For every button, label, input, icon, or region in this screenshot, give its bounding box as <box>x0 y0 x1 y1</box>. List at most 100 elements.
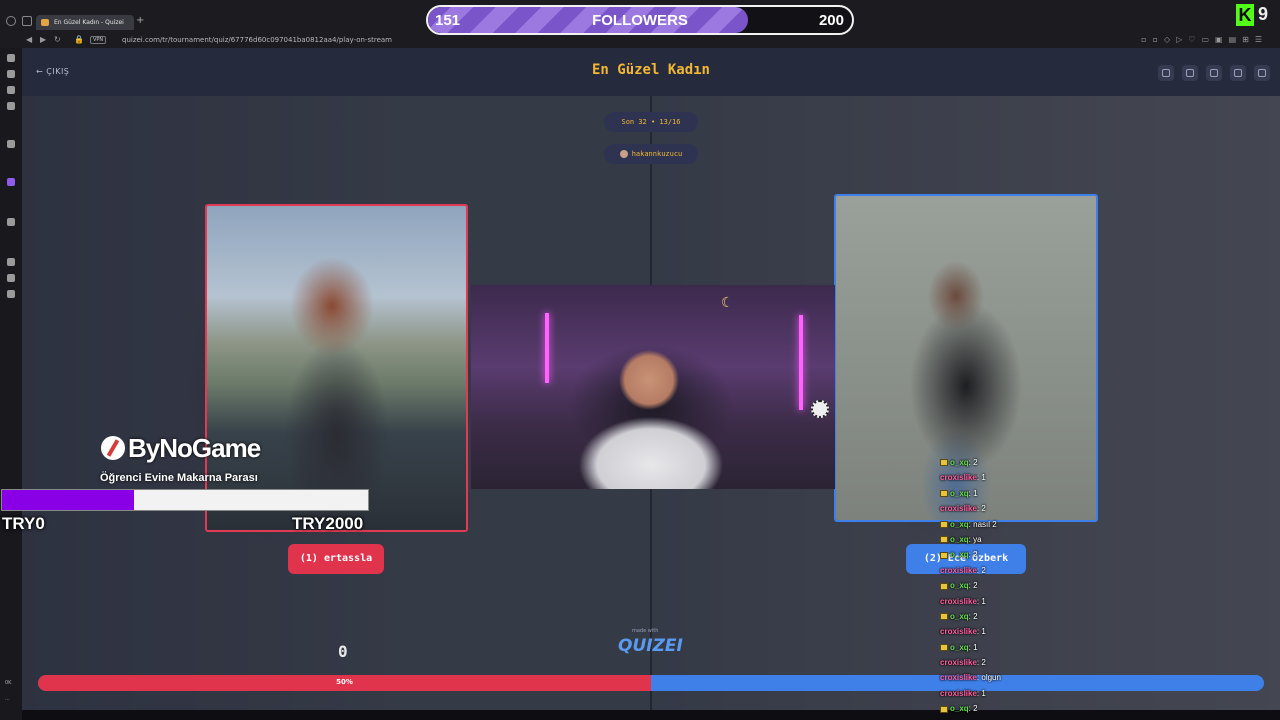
chat-message: croxislike: 2 <box>940 566 1090 581</box>
football-icon <box>811 400 829 418</box>
chat-message: o_xq: nasıl 2 <box>940 520 1090 535</box>
chat-text: : 1 <box>976 473 986 483</box>
screen: En Güzel Kadın - Quizei + ◀ ▶ ↻ 🔒 VPN qu… <box>0 0 1280 720</box>
subscriber-badge-icon <box>940 536 948 544</box>
eye-icon[interactable] <box>1158 65 1174 81</box>
chat-username[interactable]: o_xq <box>950 520 969 529</box>
subscriber-badge-icon <box>940 644 948 652</box>
chat-username[interactable]: croxislike <box>940 473 977 482</box>
creator-badge[interactable]: hakannkuzucu <box>604 144 698 164</box>
chat-username[interactable]: croxislike <box>940 658 977 667</box>
quizei-logo[interactable]: QUIZEI <box>618 636 683 656</box>
chat-text: : 2 <box>976 658 986 668</box>
vpn-badge[interactable]: VPN <box>90 36 107 44</box>
subscriber-badge-icon <box>940 520 948 528</box>
chat-message: o_xq: 2 <box>940 612 1090 627</box>
score-value: 0 <box>338 642 348 661</box>
send-icon[interactable] <box>1206 65 1222 81</box>
browser-tab[interactable]: En Güzel Kadın - Quizei <box>36 15 134 30</box>
donation-goal-min: TRY0 <box>2 514 45 533</box>
new-tab-button[interactable]: + <box>136 15 144 26</box>
sidebar-link-icon[interactable] <box>7 290 15 298</box>
chat-username[interactable]: o_xq <box>950 581 969 590</box>
flag-icon[interactable] <box>1230 65 1246 81</box>
chat-username[interactable]: o_xq <box>950 550 969 559</box>
chat-message: croxislike: 1 <box>940 689 1090 704</box>
chat-username[interactable]: o_xq <box>950 643 969 652</box>
subscriber-badge-icon <box>940 582 948 590</box>
chat-username[interactable]: o_xq <box>950 612 969 621</box>
chat-text: : olgun <box>976 673 1001 683</box>
subscriber-badge-icon <box>940 551 948 559</box>
vote-button-left[interactable]: (1) ertassla <box>288 544 384 574</box>
round-badge: Son 32 • 13/16 <box>604 112 698 132</box>
sidebar-history-icon[interactable] <box>7 70 15 78</box>
vote-progress-label: 50% <box>336 678 353 686</box>
chat-username[interactable]: croxislike <box>940 597 977 606</box>
subscriber-badge-icon <box>940 613 948 621</box>
chat-text: : 2 <box>968 458 978 467</box>
sidebar-app-icon[interactable] <box>7 140 15 148</box>
sidebar-clock-icon[interactable] <box>7 258 15 266</box>
neon-light-right <box>799 315 803 410</box>
forward-icon[interactable]: ▶ <box>40 35 46 44</box>
chat-text: : 1 <box>976 627 986 637</box>
chat-message: o_xq: 2 <box>940 581 1090 596</box>
chat-username[interactable]: o_xq <box>950 458 969 467</box>
reload-icon[interactable]: ↻ <box>54 35 61 44</box>
chat-message: o_xq: 2 <box>940 704 1090 719</box>
sidebar-notes-icon[interactable] <box>7 86 15 94</box>
chat-text: : nasıl 2 <box>968 519 997 529</box>
sidebar-twitch-icon[interactable] <box>7 178 15 186</box>
neon-light-left <box>545 313 549 383</box>
sidebar-bookmarks-icon[interactable] <box>7 54 15 62</box>
sidebar-pin-icon[interactable] <box>7 218 15 226</box>
creator-avatar <box>619 150 628 158</box>
chat-username[interactable]: croxislike <box>940 673 977 682</box>
followers-label: FOLLOWERS <box>592 12 688 29</box>
made-with-label: made with <box>632 628 659 634</box>
chat-username[interactable]: o_xq <box>950 704 969 713</box>
subscriber-badge-icon <box>940 490 948 498</box>
chat-username[interactable]: croxislike <box>940 627 977 636</box>
browser-toolbar-icons[interactable]: ▫▫◇▷♡▭▣▤⊞☰ <box>1141 35 1268 44</box>
bynogame-mark-icon <box>101 436 125 460</box>
sidebar-bottom-label: 0K <box>5 680 12 686</box>
creator-name: hakannkuzucu <box>631 150 683 158</box>
chat-username[interactable]: croxislike <box>940 504 977 513</box>
chat-message: o_xq: 2 <box>940 458 1090 473</box>
chat-text: : 1 <box>976 688 986 698</box>
stream-chat: o_xq: 2 croxislike: 1 o_xq: 1 croxislike: 2… <box>940 458 1090 720</box>
chat-username[interactable]: croxislike <box>940 689 977 698</box>
back-icon[interactable]: ◀ <box>26 35 32 44</box>
subscriber-badge-icon <box>940 705 948 713</box>
bynogame-subtitle: Öğrenci Evine Makarna Parası <box>100 472 258 484</box>
followers-goal: 200 <box>818 12 844 29</box>
donation-goal-fill <box>2 490 134 510</box>
sidebar-more-label[interactable]: ... <box>5 696 10 702</box>
browser-menu-icon[interactable] <box>6 16 16 26</box>
chat-username[interactable]: o_xq <box>950 489 969 498</box>
chat-text: : 2 <box>968 581 978 591</box>
chat-username[interactable]: o_xq <box>950 535 969 544</box>
donation-goal-bar <box>1 489 369 511</box>
chat-text: : 1 <box>976 596 986 606</box>
streamer-webcam: ☾ <box>471 285 835 489</box>
chat-message: croxislike: 1 <box>940 627 1090 642</box>
url-field[interactable]: quizei.com/tr/tournament/quiz/67776d60c0… <box>122 36 392 44</box>
sidebar-extension-icon[interactable] <box>7 274 15 282</box>
chat-message: croxislike: olgun <box>940 673 1090 688</box>
workspaces-icon[interactable] <box>22 16 32 26</box>
tab-title: En Güzel Kadın - Quizei <box>54 19 124 26</box>
chat-text: : 2 <box>968 550 978 560</box>
chat-message: croxislike: 1 <box>940 473 1090 488</box>
lock-icon: 🔒 <box>74 35 84 44</box>
fullscreen-icon[interactable] <box>1254 65 1270 81</box>
donation-goal-max: TRY2000 <box>292 514 364 533</box>
chat-text: : 2 <box>976 565 986 575</box>
chat-message: o_xq: 1 <box>940 643 1090 658</box>
share-icon[interactable] <box>1182 65 1198 81</box>
quiz-page: ← ÇIKIŞ En Güzel Kadın Son 32 • 13/16 ha… <box>22 48 1280 710</box>
chat-username[interactable]: croxislike <box>940 566 977 575</box>
sidebar-tools-icon[interactable] <box>7 102 15 110</box>
